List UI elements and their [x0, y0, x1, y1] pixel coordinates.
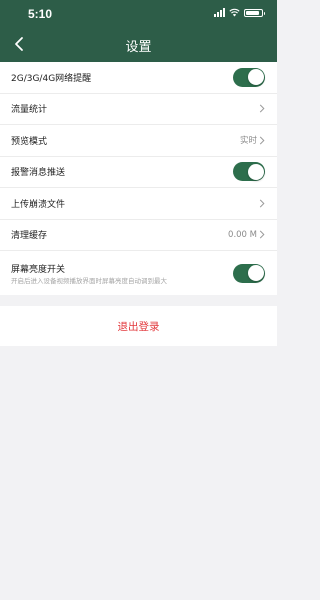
setting-label: 2G/3G/4G网络提醒	[11, 73, 92, 84]
chevron-right-icon	[259, 136, 265, 145]
screen-brightness-toggle[interactable]	[233, 263, 265, 283]
setting-value: 0.00 M	[228, 229, 257, 240]
page-title: 设置	[125, 40, 152, 55]
setting-screen-brightness: 屏幕亮度开关 开启后进入设备视频播放界面时屏幕亮度自动调到最大	[0, 251, 277, 295]
setting-upload-crash[interactable]: 上传崩溃文件	[0, 188, 277, 220]
setting-network-alert: 2G/3G/4G网络提醒	[0, 62, 277, 94]
battery-icon	[244, 8, 265, 17]
network-alert-toggle[interactable]	[233, 67, 265, 87]
setting-label-stack: 屏幕亮度开关 开启后进入设备视频播放界面时屏幕亮度自动调到最大	[11, 262, 233, 285]
setting-label: 流量统计	[11, 105, 48, 116]
setting-value: 实时	[239, 136, 257, 147]
chevron-right-icon	[259, 199, 265, 208]
setting-label: 上传崩溃文件	[11, 199, 66, 210]
setting-description: 开启后进入设备视频播放界面时屏幕亮度自动调到最大	[11, 276, 167, 285]
alarm-push-toggle[interactable]	[233, 162, 265, 182]
logout-label: 退出登录	[117, 320, 160, 333]
setting-alarm-push: 报警消息推送	[0, 157, 277, 188]
chevron-right-icon	[259, 104, 265, 113]
nav-bar: 设置	[0, 28, 277, 62]
status-time: 5:10	[28, 7, 53, 21]
setting-label: 报警消息推送	[11, 168, 66, 179]
setting-preview-mode[interactable]: 预览模式 实时	[0, 125, 277, 157]
wifi-icon	[229, 8, 240, 17]
setting-label: 预览模式	[11, 136, 48, 147]
logout-button[interactable]: 退出登录	[0, 306, 277, 346]
status-bar: 5:10	[0, 0, 277, 28]
status-icons	[214, 8, 265, 17]
battery-fill	[246, 10, 259, 15]
setting-label: 清理缓存	[11, 231, 48, 242]
toggle-knob	[247, 265, 264, 281]
toggle-knob	[247, 69, 264, 86]
chevron-right-icon	[259, 230, 265, 239]
setting-label: 屏幕亮度开关	[11, 264, 66, 275]
setting-clear-cache[interactable]: 清理缓存 0.00 M	[0, 220, 277, 251]
settings-list: 2G/3G/4G网络提醒 流量统计 预览模式 实时 报警消息推送 上传崩溃文件 …	[0, 62, 277, 295]
setting-traffic-stats[interactable]: 流量统计	[0, 94, 277, 125]
toggle-knob	[247, 163, 264, 180]
header: 5:10 设置	[0, 0, 277, 62]
signal-icon	[214, 8, 225, 17]
